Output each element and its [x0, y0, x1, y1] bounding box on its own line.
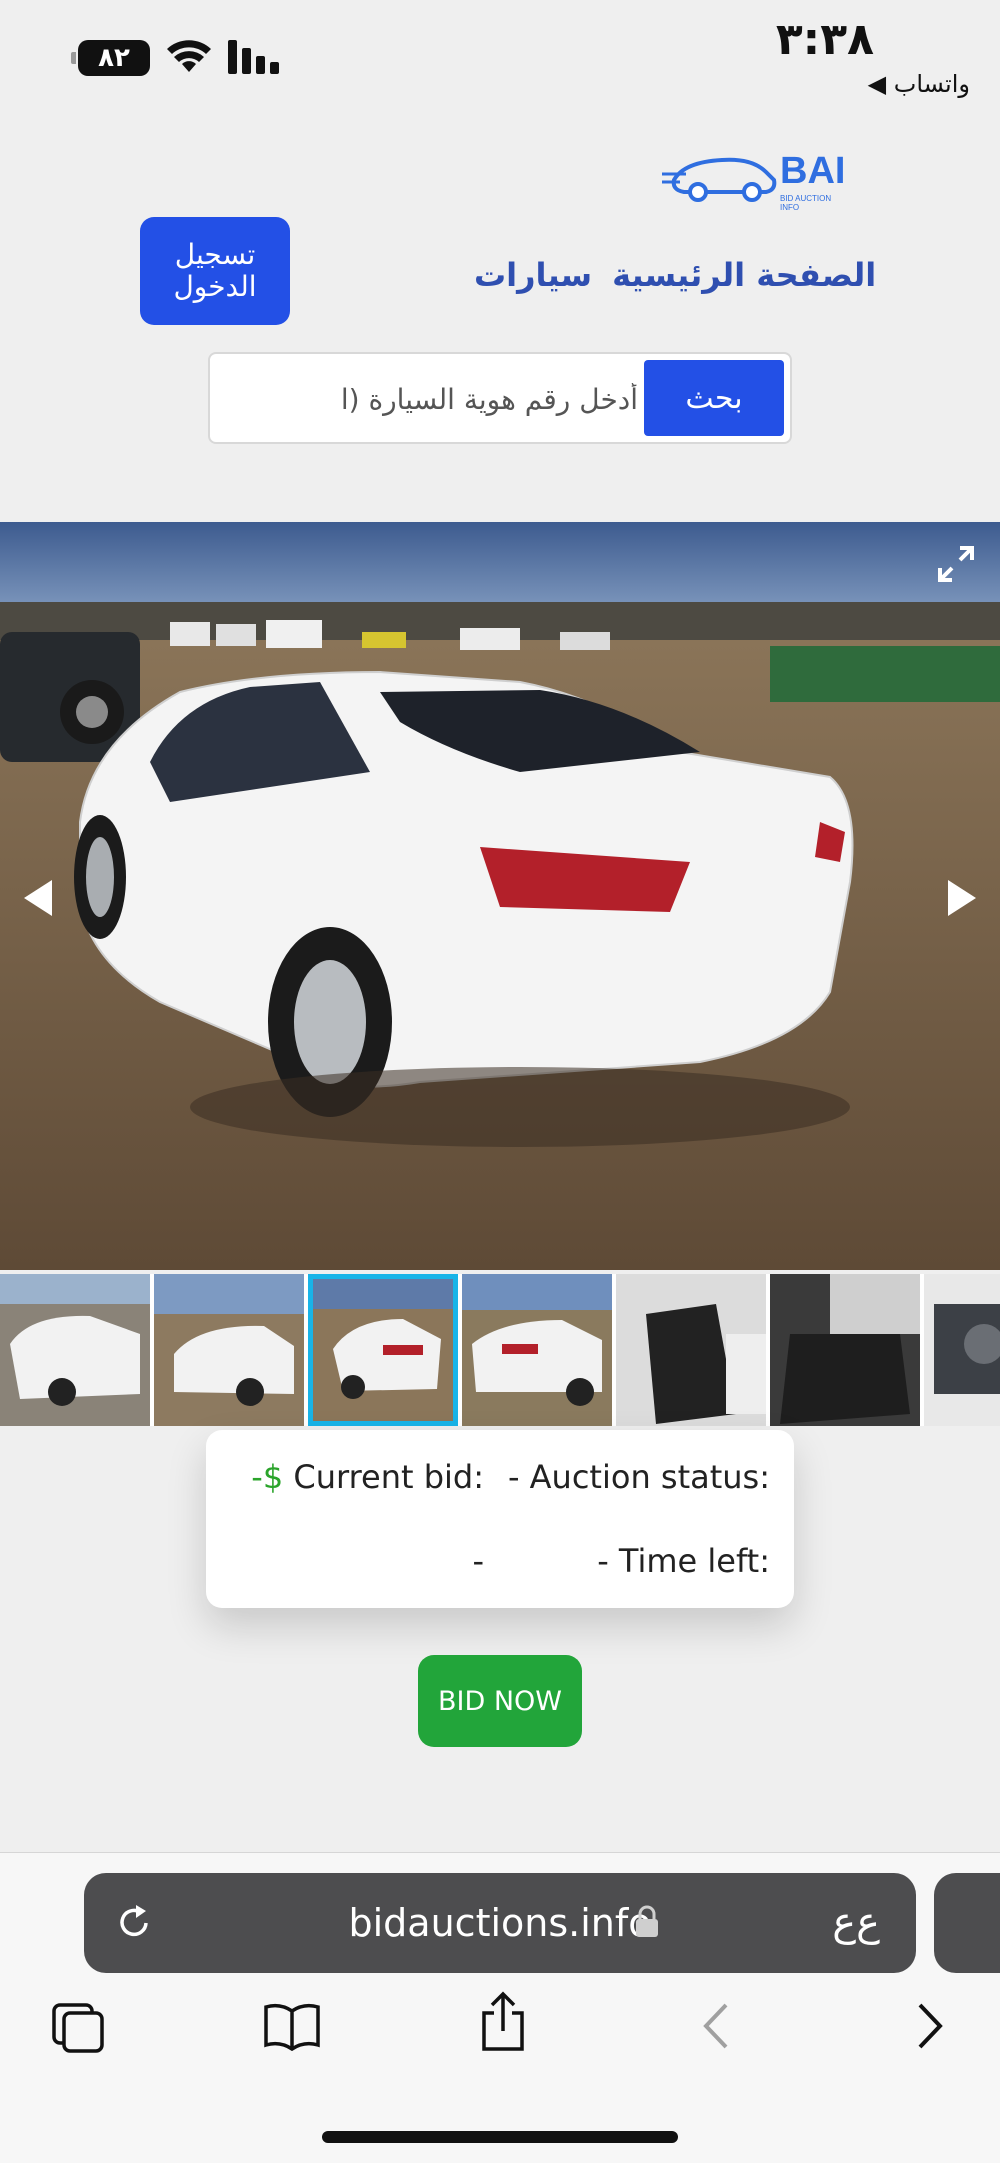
nav-cars-link[interactable]: سيارات	[474, 256, 592, 294]
time-left-value: -	[597, 1542, 609, 1580]
tabs-icon[interactable]	[50, 2001, 108, 2055]
main-nav: الصفحة الرئيسية سيارات	[474, 256, 876, 294]
battery-icon: ٨٢	[71, 40, 150, 76]
current-bid: -$ Current bid:	[251, 1458, 484, 1496]
vin-search-box: بحث	[208, 352, 792, 444]
lock-icon	[636, 1905, 658, 1937]
forward-arrow-icon[interactable]	[914, 2001, 948, 2051]
back-to-app-link[interactable]: ◀ واتساب	[868, 70, 970, 98]
next-photo-arrow-icon[interactable]	[946, 878, 978, 918]
browser-bottom-bar: bidauctions.info ع‌ع	[0, 1852, 1000, 2163]
thumbnail-3[interactable]	[308, 1274, 458, 1426]
nav-home-link[interactable]: الصفحة الرئيسية	[612, 256, 876, 294]
home-indicator[interactable]	[322, 2131, 678, 2143]
current-bid-label: Current bid:	[293, 1458, 484, 1496]
thumbnail-6[interactable]	[770, 1274, 920, 1426]
thumbnail-image	[616, 1274, 766, 1426]
thumbnail-image	[154, 1274, 304, 1426]
auction-status-label: Auction status:	[529, 1458, 770, 1496]
car-photo-image	[0, 522, 1000, 1270]
auction-status: - Auction status:	[508, 1458, 770, 1496]
photo-thumbnail-strip	[0, 1274, 1000, 1426]
address-url: bidauctions.info	[348, 1901, 652, 1945]
time-left-label: Time left:	[618, 1542, 770, 1580]
login-button[interactable]: تسجيل الدخول	[140, 217, 290, 325]
thumbnail-5[interactable]	[616, 1274, 766, 1426]
thumbnail-image	[924, 1274, 1000, 1426]
thumbnail-4[interactable]	[462, 1274, 612, 1426]
search-button[interactable]: بحث	[644, 360, 784, 436]
share-icon[interactable]	[478, 1991, 528, 2053]
status-time: ٣:٣٨	[775, 14, 874, 65]
bookmarks-icon[interactable]	[262, 2001, 322, 2051]
site-logo[interactable]: BAI BID AUCTION INFO	[662, 150, 852, 212]
thumbnail-1[interactable]	[0, 1274, 150, 1426]
next-tab-peek[interactable]	[934, 1873, 1000, 1973]
current-bid-value: -$	[251, 1458, 284, 1496]
main-car-photo[interactable]	[0, 522, 1000, 1270]
thumbnail-2[interactable]	[154, 1274, 304, 1426]
thumbnail-image	[313, 1279, 453, 1421]
auction-info-card: - Auction status: -$ Current bid: - Time…	[206, 1430, 794, 1608]
time-left: - Time left:	[597, 1542, 770, 1580]
cellular-signal-icon	[228, 40, 279, 74]
battery-level: ٨٢	[98, 43, 130, 73]
logo-text: BAI	[780, 150, 846, 192]
bid-now-button[interactable]: BID NOW	[418, 1655, 582, 1747]
previous-photo-arrow-icon[interactable]	[22, 878, 54, 918]
thumbnail-image	[462, 1274, 612, 1426]
auction-status-value: -	[507, 1458, 520, 1496]
wifi-icon	[167, 40, 211, 72]
vin-search-input[interactable]	[218, 364, 638, 434]
page-settings-button[interactable]: ع‌ع	[832, 1899, 880, 1945]
logo-subtext: BID AUCTION INFO	[780, 194, 832, 212]
extra-info-value: -	[472, 1542, 484, 1580]
thumbnail-image	[770, 1274, 920, 1426]
thumbnail-7[interactable]	[924, 1274, 1000, 1426]
thumbnail-image	[0, 1274, 150, 1426]
fullscreen-expand-icon[interactable]	[936, 544, 976, 584]
back-arrow-icon[interactable]	[698, 2001, 732, 2051]
status-bar: ٨٢ ٣:٣٨ ◀ واتساب	[0, 0, 1000, 110]
address-bar[interactable]: bidauctions.info ع‌ع	[84, 1873, 916, 1973]
